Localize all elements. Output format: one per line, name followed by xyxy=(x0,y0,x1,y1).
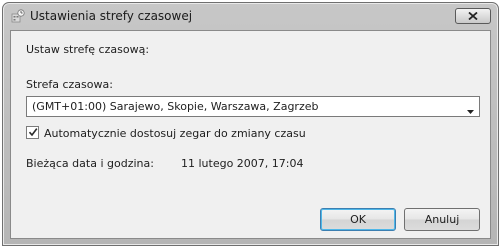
dialog-content: Ustaw strefę czasową: Strefa czasowa: (G… xyxy=(10,30,491,239)
timezone-selected-value: (GMT+01:00) Sarajewo, Skopie, Warszawa, … xyxy=(32,100,319,113)
clock-settings-icon xyxy=(11,9,25,23)
timezone-dropdown[interactable]: (GMT+01:00) Sarajewo, Skopie, Warszawa, … xyxy=(26,96,480,117)
cancel-button[interactable]: Anuluj xyxy=(404,208,480,231)
dialog-window: Ustawienia strefy czasowej Ustaw strefę … xyxy=(2,2,499,246)
dst-checkbox[interactable] xyxy=(26,126,39,139)
close-button[interactable] xyxy=(455,8,491,24)
timezone-label: Strefa czasowa: xyxy=(26,78,113,91)
dst-checkbox-label[interactable]: Automatycznie dostosuj zegar do zmiany c… xyxy=(44,127,306,140)
window-title: Ustawienia strefy czasowej xyxy=(30,9,193,23)
chevron-down-icon xyxy=(467,104,474,117)
current-datetime-value: 11 lutego 2007, 17:04 xyxy=(181,157,304,170)
section-heading: Ustaw strefę czasową: xyxy=(26,43,150,56)
ok-button[interactable]: OK xyxy=(320,208,396,231)
close-icon xyxy=(468,10,478,23)
checkmark-icon xyxy=(28,128,38,137)
title-bar[interactable]: Ustawienia strefy czasowej xyxy=(3,3,498,29)
current-datetime-label: Bieżąca data i godzina: xyxy=(26,157,154,170)
